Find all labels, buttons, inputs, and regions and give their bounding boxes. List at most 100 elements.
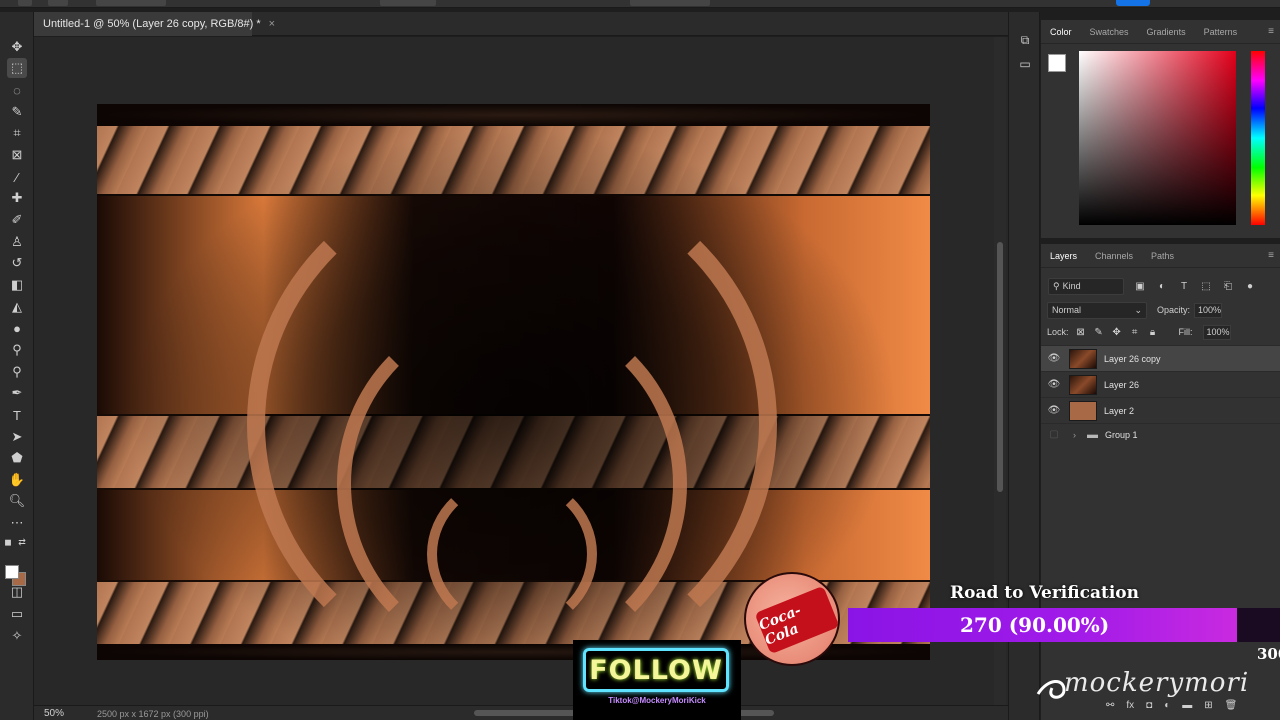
document-dimensions[interactable]: 2500 px x 1672 px (300 ppi)	[97, 709, 209, 719]
lock-artboard-icon[interactable]: ⌗	[1129, 327, 1141, 338]
tab-layers[interactable]: Layers	[1050, 251, 1077, 261]
follow-badge: FOLLOW	[583, 648, 729, 692]
marquee-tool-icon[interactable]: ⬚	[7, 58, 27, 78]
default-colors-icon[interactable]: ◼	[2, 532, 14, 552]
zoom-glass-tool-icon[interactable]: ⚲	[7, 362, 27, 382]
color-panel-tabs: Color Swatches Gradients Patterns	[1041, 20, 1280, 44]
tab-paths[interactable]: Paths	[1151, 251, 1174, 261]
dodge-tool-icon[interactable]: ⚲	[7, 340, 27, 360]
fill-field[interactable]: 100%	[1202, 324, 1231, 340]
tab-channels[interactable]: Channels	[1095, 251, 1133, 261]
select-and-mask-button[interactable]	[630, 0, 710, 6]
generative-icon[interactable]: ✧	[7, 626, 27, 646]
filter-smart-object-icon[interactable]: ⎗	[1222, 281, 1234, 292]
foreground-color-chip[interactable]	[1048, 54, 1066, 72]
layer-row[interactable]: 👁︎ Layer 26	[1041, 371, 1280, 397]
move-tool-icon[interactable]: ✥	[7, 37, 27, 57]
lock-transparency-icon[interactable]: ⊠	[1075, 327, 1087, 338]
opacity-label: Opacity:	[1157, 305, 1191, 315]
filter-kind-select[interactable]: ⚲ Kind	[1048, 277, 1124, 295]
tab-swatches[interactable]: Swatches	[1090, 27, 1129, 37]
blend-mode-select[interactable]: Normal ⌄	[1047, 301, 1147, 319]
quick-mask-icon[interactable]: ◫	[7, 582, 27, 602]
chevron-right-icon[interactable]: ›	[1073, 430, 1083, 440]
filter-type-icon[interactable]: T	[1178, 281, 1190, 292]
panel-menu-icon[interactable]: ≡	[1268, 26, 1274, 37]
zoom-level[interactable]: 50%	[44, 708, 64, 719]
history-brush-tool-icon[interactable]: ↺	[7, 253, 27, 273]
color-panel: Color Swatches Gradients Patterns ≡	[1041, 20, 1280, 238]
layer-row[interactable]: 👁︎ Layer 2	[1041, 397, 1280, 423]
vertical-scrollbar[interactable]	[994, 37, 1006, 705]
tools-panel: ✥ ⬚ ◌ ✎ ⌗ ⊠ ⁄ ✚ ✐ ♙ ↺ ◧ ◭ ● ⚲ ⚲ ✒ T ➤ ⬟ …	[0, 12, 34, 720]
eyedropper-tool-icon[interactable]: ⁄	[7, 167, 27, 187]
object-selection-tool-icon[interactable]: ✎	[7, 102, 27, 122]
hue-slider[interactable]	[1251, 51, 1265, 225]
layer-name: Layer 2	[1104, 405, 1135, 416]
tab-color[interactable]: Color	[1050, 27, 1072, 37]
frame-tool-icon[interactable]: ⊠	[7, 145, 27, 165]
status-bar: 50% 2500 px x 1672 px (300 ppi)	[34, 705, 1008, 720]
goal-target: 300	[1257, 645, 1280, 663]
panel-menu-icon[interactable]: ≡	[1268, 250, 1274, 261]
zoom-tool-icon[interactable]: 🔍︎	[7, 491, 27, 511]
blur-tool-icon[interactable]: ●	[7, 318, 27, 338]
selection-mode-icons[interactable]	[96, 0, 166, 6]
lock-position-icon[interactable]: ✥	[1111, 327, 1123, 338]
search-icon: ⚲	[1053, 280, 1060, 291]
hand-tool-icon[interactable]: ✋	[7, 470, 27, 490]
follow-overlay: FOLLOW Tiktok@MockeryMoriKick	[573, 640, 741, 720]
eye-icon[interactable]: 👁︎	[1041, 379, 1067, 390]
options-bar	[0, 0, 1280, 8]
home-icon[interactable]	[18, 0, 32, 6]
filter-shape-icon[interactable]: ⬚	[1200, 281, 1212, 292]
tab-patterns[interactable]: Patterns	[1204, 27, 1238, 37]
signature-text: mockerymori	[1064, 668, 1250, 698]
lock-image-icon[interactable]: ✎	[1093, 327, 1105, 338]
fill-label: Fill:	[1178, 327, 1193, 337]
clone-stamp-tool-icon[interactable]: ♙	[7, 232, 27, 252]
path-selection-tool-icon[interactable]: ➤	[7, 427, 27, 447]
pen-tool-icon[interactable]: ✒	[7, 383, 27, 403]
filter-pixel-icon[interactable]: ▣	[1134, 281, 1146, 292]
artwork-wing	[427, 474, 597, 634]
scrollbar-thumb[interactable]	[997, 242, 1003, 492]
brush-tool-icon[interactable]: ✐	[7, 210, 27, 230]
sponsor-logo-text: Coca-Cola	[756, 602, 804, 649]
filter-toggle-icon[interactable]: ●	[1244, 281, 1256, 292]
document-tab[interactable]: Untitled-1 @ 50% (Layer 26 copy, RGB/8#)…	[34, 12, 275, 36]
layer-row[interactable]: ▢ › ▬ Group 1	[1041, 423, 1280, 445]
lock-all-icon[interactable]: 🔒︎	[1147, 327, 1159, 338]
lasso-tool-icon[interactable]: ◌	[7, 80, 27, 100]
crop-tool-icon[interactable]: ⌗	[7, 123, 27, 143]
layer-thumbnail	[1069, 400, 1097, 421]
foreground-color-swatch[interactable]	[5, 565, 19, 579]
swap-colors-icon[interactable]: ⇄	[16, 532, 28, 552]
goal-title: Road to Verification	[950, 583, 1139, 603]
layer-row[interactable]: 👁︎ Layer 26 copy	[1041, 345, 1280, 371]
follow-label: FOLLOW	[589, 654, 723, 686]
comments-panel-icon[interactable]: ▭	[1017, 56, 1033, 72]
tool-preset-picker[interactable]	[48, 0, 68, 6]
opacity-field[interactable]: 100%	[1194, 302, 1223, 318]
chevron-down-icon: ⌄	[1134, 304, 1142, 315]
eraser-tool-icon[interactable]: ◧	[7, 275, 27, 295]
paint-bucket-tool-icon[interactable]: ◭	[7, 297, 27, 317]
soda-can-icon: Coca-Cola	[754, 585, 838, 655]
blend-mode-select[interactable]	[380, 0, 436, 6]
blend-mode-value: Normal	[1052, 305, 1082, 315]
share-button[interactable]	[1116, 0, 1150, 6]
close-icon[interactable]: ×	[269, 18, 275, 30]
eye-icon[interactable]: 👁︎	[1041, 405, 1067, 416]
filter-adjustment-icon[interactable]: ◐	[1156, 281, 1168, 292]
eye-icon[interactable]: 👁︎	[1041, 353, 1067, 364]
type-tool-icon[interactable]: T	[7, 405, 27, 425]
shape-tool-icon[interactable]: ⬟	[7, 448, 27, 468]
history-panel-icon[interactable]: ⧉	[1017, 32, 1033, 48]
healing-brush-tool-icon[interactable]: ✚	[7, 188, 27, 208]
tab-gradients[interactable]: Gradients	[1147, 27, 1186, 37]
visibility-toggle[interactable]: ▢	[1041, 429, 1067, 440]
more-tools-icon[interactable]: ⋯	[7, 513, 27, 533]
saturation-value-field[interactable]	[1079, 51, 1236, 225]
screen-mode-icon[interactable]: ▭	[7, 604, 27, 624]
